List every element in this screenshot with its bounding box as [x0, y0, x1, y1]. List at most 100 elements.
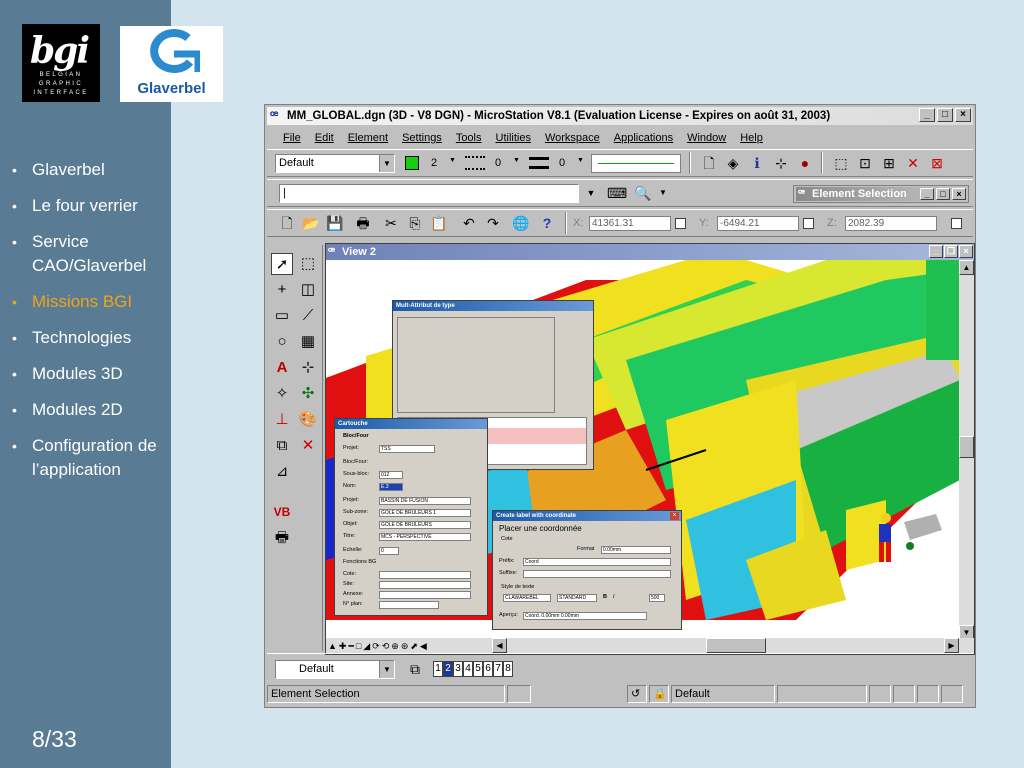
snap-tool-icon[interactable]: ✧ [271, 383, 293, 405]
measure-distance-tool-icon[interactable]: ⊥ [271, 409, 293, 431]
vba-tool-icon[interactable]: VB [271, 501, 293, 523]
create-label-style-field[interactable]: STANDARD [557, 594, 597, 602]
scroll-up-icon[interactable]: ▲ [959, 260, 974, 275]
globe-icon[interactable]: 🌐 [511, 213, 531, 233]
info-icon[interactable]: ℹ [747, 153, 767, 173]
style-dropdown-icon[interactable]: ▼ [513, 157, 520, 164]
file-icon[interactable]: 🗋 [699, 153, 719, 173]
palette-minimize-button[interactable]: _ [920, 188, 934, 200]
menu-tools[interactable]: Tools [456, 132, 482, 144]
keyin-field[interactable]: | [279, 184, 579, 203]
x-coordinate-field[interactable]: 41361.31 [589, 216, 671, 231]
paste-icon[interactable]: 📋 [429, 213, 449, 233]
cartouche-dialog[interactable]: Cartouche Bloc/Four Projet: TSS Bloc/Fou… [334, 418, 488, 616]
cartouche-field-plan[interactable] [379, 601, 439, 609]
menu-edit[interactable]: Edit [315, 132, 334, 144]
menu-applications[interactable]: Applications [614, 132, 673, 144]
crosshair-icon[interactable]: ⊹ [771, 153, 791, 173]
view-vertical-scrollbar[interactable]: ▲ ▼ [959, 260, 974, 640]
weight-dropdown-icon[interactable]: ▼ [577, 157, 584, 164]
select-overlap-icon[interactable]: ⊞ [879, 153, 899, 173]
layers-icon[interactable]: ◈ [723, 153, 743, 173]
search-tool-icon[interactable]: 🔍 [633, 183, 653, 203]
palette-tool-icon[interactable]: 🎨 [297, 409, 319, 431]
cartouche-field-echelle[interactable]: 0 [379, 547, 399, 555]
cut-icon[interactable]: ✂ [381, 213, 401, 233]
cartouche-field-site[interactable] [379, 581, 471, 589]
view-button-3[interactable]: 3 [453, 661, 463, 677]
redo-icon[interactable]: ↷ [483, 213, 503, 233]
keyin-browser-icon[interactable]: ⌨ [607, 183, 627, 203]
copy-icon[interactable]: ⎘ [405, 213, 425, 233]
print-icon[interactable]: 🖶 [353, 213, 373, 233]
create-label-dialog[interactable]: Create label with coordinate × Placer un… [492, 510, 682, 630]
3d-model-canvas[interactable]: Mult-Attribut de type Cartouche Bloc/Fou… [326, 260, 960, 640]
delete-tool-icon[interactable]: ✕ [297, 435, 319, 457]
level-combo[interactable]: Default ▼ [275, 154, 395, 173]
y-lock-checkbox[interactable] [803, 218, 814, 229]
circle-tool-icon[interactable]: ○ [271, 331, 293, 353]
cartouche-field-projet[interactable]: TSS [379, 445, 435, 453]
maximize-button[interactable]: □ [937, 108, 953, 122]
plot-tool-icon[interactable]: 🖶 [271, 527, 293, 549]
menu-element[interactable]: Element [348, 132, 388, 144]
view-button-8[interactable]: 8 [503, 661, 513, 677]
palette-close-button[interactable]: × [952, 188, 966, 200]
create-label-suffix-field[interactable] [523, 570, 671, 578]
snap-mode-icon[interactable]: ↺ [627, 685, 647, 703]
undo-icon[interactable]: ↶ [459, 213, 479, 233]
horizontal-scroll-thumb[interactable] [706, 638, 766, 653]
active-line-preview[interactable] [591, 154, 681, 173]
view-group-combo[interactable]: Default ▼ [275, 660, 395, 679]
view-button-4[interactable]: 4 [463, 661, 473, 677]
modify-tool-icon[interactable]: ✣ [297, 383, 319, 405]
menu-file[interactable]: File [283, 132, 301, 144]
window-titlebar[interactable]: ꟹ MM_GLOBAL.dgn (3D - V8 DGN) - MicroSta… [267, 107, 973, 125]
view-groups-icon[interactable]: ⧉ [405, 659, 425, 679]
copy-element-tool-icon[interactable]: ⧉ [271, 435, 293, 457]
cartouche-field-sub-zone[interactable]: GÔLE DE BRÛLEURS 1 [379, 509, 471, 517]
palette-maximize-button[interactable]: □ [936, 188, 950, 200]
cartouche-field-nom[interactable]: E.3 [379, 483, 403, 491]
italic-icon[interactable]: I [613, 594, 615, 602]
cartouche-field-sous-bloc[interactable]: 012 [379, 471, 403, 479]
view-restore-button[interactable]: ❐ [944, 245, 958, 258]
keyin-dropdown-icon[interactable]: ▼ [581, 183, 601, 203]
line-weight-icon[interactable] [529, 157, 549, 169]
element-selection-palette[interactable]: Element Selection ꟹ _ □ × [793, 185, 969, 203]
view-minimize-button[interactable]: _ [929, 245, 943, 258]
y-coordinate-field[interactable]: -6494.21 [717, 216, 799, 231]
element-selection-tool-icon[interactable]: ➚ [271, 253, 293, 275]
lock-icon[interactable]: 🔒 [649, 685, 669, 703]
line-style-icon[interactable] [465, 156, 485, 170]
bold-icon[interactable]: B [603, 594, 607, 602]
dimension-tool-icon[interactable]: ⊹ [297, 357, 319, 379]
create-label-font-field[interactable]: CLAWAREBEL [503, 594, 551, 602]
new-file-icon[interactable]: 🗋 [277, 213, 297, 233]
point-tool-icon[interactable]: + [271, 279, 293, 301]
save-icon[interactable]: 💾 [325, 213, 345, 233]
help-icon[interactable]: ? [537, 213, 557, 233]
vertical-scroll-thumb[interactable] [959, 436, 974, 458]
scroll-left-icon[interactable]: ◀ [492, 638, 507, 653]
x-lock-checkbox[interactable] [675, 218, 686, 229]
chevron-down-icon[interactable]: ▼ [379, 155, 394, 172]
menu-settings[interactable]: Settings [402, 132, 442, 144]
view-horizontal-scrollbar[interactable]: ▲✚━□◢⟳⟲⊕⊛⬈◀ ◀ ▶ [326, 638, 974, 654]
view-button-7[interactable]: 7 [493, 661, 503, 677]
select-inside-icon[interactable]: ⊡ [855, 153, 875, 173]
create-label-close-icon[interactable]: × [670, 512, 679, 520]
clip-tool-icon[interactable]: ⊿ [271, 461, 293, 483]
menu-window[interactable]: Window [687, 132, 726, 144]
cartouche-field-titre[interactable]: MCS - PERSPECTIVE [379, 533, 471, 541]
view-close-button[interactable]: × [959, 245, 973, 258]
menu-utilities[interactable]: Utilities [496, 132, 531, 144]
view-button-1[interactable]: 1 [433, 661, 443, 677]
minimize-button[interactable]: _ [919, 108, 935, 122]
open-folder-icon[interactable]: 📂 [301, 213, 321, 233]
cartouche-field-projet-2[interactable]: BASSIN DE FUSION [379, 497, 471, 505]
view-titlebar[interactable]: ꟹ View 2 _ ❐ × [326, 244, 974, 260]
delete-x-icon[interactable]: ✕ [903, 153, 923, 173]
chevron-down-icon[interactable]: ▼ [379, 661, 394, 678]
view-button-6[interactable]: 6 [483, 661, 493, 677]
